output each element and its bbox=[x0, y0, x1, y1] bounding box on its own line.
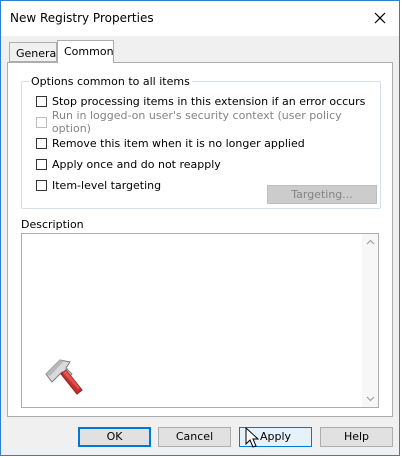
description-textarea[interactable] bbox=[21, 233, 379, 408]
tab-general-label: General bbox=[16, 47, 60, 60]
cancel-button[interactable]: Cancel bbox=[158, 427, 231, 447]
dialog-client-area: General Common Options common to all ite… bbox=[1, 36, 399, 455]
stop-processing-checkbox[interactable] bbox=[36, 95, 47, 107]
options-groupbox: Options common to all items Stop process… bbox=[21, 75, 381, 209]
option-stop-processing[interactable]: Stop processing items in this extension … bbox=[36, 93, 365, 109]
title-bar[interactable]: New Registry Properties bbox=[1, 1, 399, 36]
run-user-context-checkbox bbox=[36, 116, 47, 128]
item-level-targeting-label: Item-level targeting bbox=[52, 178, 162, 192]
description-scrollbar[interactable] bbox=[362, 234, 378, 407]
apply-once-label: Apply once and do not reapply bbox=[52, 157, 221, 171]
remove-item-label: Remove this item when it is no longer ap… bbox=[52, 136, 305, 150]
run-user-context-label: Run in logged-on user's security context… bbox=[51, 109, 342, 135]
apply-once-checkbox[interactable] bbox=[36, 158, 47, 170]
item-level-targeting-checkbox[interactable] bbox=[36, 179, 47, 191]
description-label: Description bbox=[21, 218, 84, 231]
option-run-user-context: Run in logged-on user's security context… bbox=[36, 109, 380, 135]
option-remove-item[interactable]: Remove this item when it is no longer ap… bbox=[36, 135, 305, 151]
remove-item-checkbox[interactable] bbox=[36, 137, 47, 149]
targeting-button: Targeting... bbox=[267, 185, 377, 204]
mouse-pointer-icon bbox=[245, 427, 259, 448]
option-item-level-targeting[interactable]: Item-level targeting bbox=[36, 177, 161, 193]
stop-processing-label: Stop processing items in this extension … bbox=[52, 94, 366, 108]
window-title: New Registry Properties bbox=[10, 11, 154, 25]
tab-panel-common: Options common to all items Stop process… bbox=[7, 62, 393, 417]
hammer-logo-icon bbox=[45, 359, 83, 395]
properties-dialog: New Registry Properties General Common O… bbox=[0, 0, 400, 456]
option-apply-once[interactable]: Apply once and do not reapply bbox=[36, 156, 221, 172]
help-button[interactable]: Help bbox=[320, 427, 393, 447]
options-group-label: Options common to all items bbox=[29, 75, 192, 88]
close-icon[interactable] bbox=[369, 7, 391, 29]
scroll-up-icon[interactable] bbox=[362, 234, 378, 250]
tab-common-label: Common bbox=[64, 45, 114, 58]
ok-button[interactable]: OK bbox=[78, 427, 151, 447]
tab-common[interactable]: Common bbox=[57, 40, 114, 63]
tab-general[interactable]: General bbox=[9, 42, 60, 62]
scroll-down-icon[interactable] bbox=[362, 391, 378, 407]
